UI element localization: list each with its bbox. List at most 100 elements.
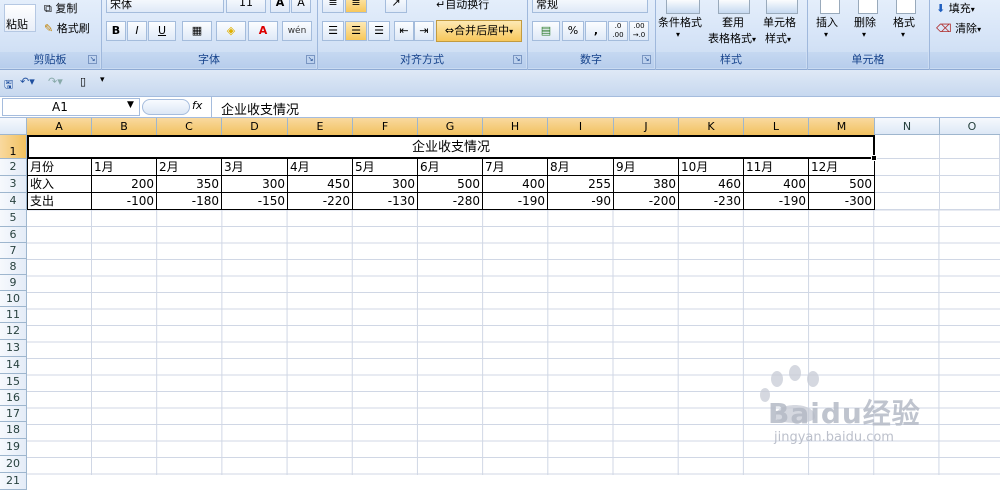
italic-button[interactable]: I [127,21,147,41]
phonetic-button[interactable]: wén [282,21,312,41]
number-launcher-icon[interactable]: ↘ [642,55,651,64]
font-name-select[interactable]: 宋体 [106,0,224,13]
row-header-16[interactable]: 16 [0,390,27,406]
font-size-select[interactable]: 11 [226,0,266,13]
expense-cell[interactable]: -100 [92,193,157,210]
table-format-top-label[interactable]: 套用 [722,14,744,30]
conditional-format-button[interactable]: 条件格式 [658,14,702,30]
column-header-m[interactable]: M [809,118,875,135]
align-top-icon[interactable]: ≡ [322,0,344,13]
expense-cell[interactable]: -90 [548,193,614,210]
row-header-6[interactable]: 6 [0,227,27,243]
font-launcher-icon[interactable]: ↘ [306,55,315,64]
row-header-8[interactable]: 8 [0,259,27,275]
fill-handle[interactable] [871,155,877,161]
shrink-font-icon[interactable]: A [291,0,311,13]
expense-label-cell[interactable]: 支出 [27,193,92,210]
expense-cell[interactable]: -300 [809,193,875,210]
cell[interactable] [940,193,1000,210]
column-header-g[interactable]: G [418,118,483,135]
cell[interactable] [875,193,940,210]
format-button[interactable]: 格式 [893,14,915,30]
alignment-launcher-icon[interactable]: ↘ [513,55,522,64]
income-cell[interactable]: 450 [288,176,353,193]
align-right-icon[interactable]: ☰ [368,21,390,41]
row-header-19[interactable]: 19 [0,439,27,456]
table-format-button[interactable]: 表格格式▾ [708,30,756,46]
income-cell[interactable]: 300 [353,176,418,193]
header-cell[interactable]: 10月 [679,159,744,176]
income-cell[interactable]: 500 [809,176,875,193]
undo-icon[interactable]: ↶▾ [20,75,35,88]
name-box[interactable]: A1 ▼ [2,98,140,116]
header-cell[interactable]: 11月 [744,159,809,176]
formula-splitter-handle[interactable] [142,99,190,115]
clipboard-launcher-icon[interactable]: ↘ [88,55,97,64]
column-header-f[interactable]: F [353,118,418,135]
currency-icon[interactable]: ▤ [532,21,560,41]
clear-button[interactable]: ⌫ 清除▾ [936,20,981,36]
income-cell[interactable]: 500 [418,176,483,193]
column-header-e[interactable]: E [288,118,353,135]
formula-input[interactable]: 企业收支情况 [211,97,1000,118]
column-header-b[interactable]: B [92,118,157,135]
row-header-11[interactable]: 11 [0,307,27,323]
row-header-1[interactable]: 1 [0,135,27,159]
income-cell[interactable]: 200 [92,176,157,193]
customize-toolbar-icon[interactable]: ▾ [100,75,105,85]
column-header-j[interactable]: J [614,118,679,135]
expense-cell[interactable]: -150 [222,193,288,210]
title-cell[interactable]: 企业收支情况 [27,135,875,159]
decrease-indent-icon[interactable]: ⇤ [394,21,414,41]
cell[interactable] [940,159,1000,176]
income-cell[interactable]: 400 [744,176,809,193]
column-header-k[interactable]: K [679,118,744,135]
header-cell[interactable]: 5月 [353,159,418,176]
save-icon[interactable]: 🖫 [4,76,13,95]
format-painter-button[interactable]: ✎ 格式刷 [44,20,90,36]
expense-cell[interactable]: -190 [483,193,548,210]
cell-styles-button[interactable]: 样式▾ [765,30,791,46]
expense-cell[interactable]: -220 [288,193,353,210]
expense-cell[interactable]: -280 [418,193,483,210]
header-cell[interactable]: 1月 [92,159,157,176]
row-header-7[interactable]: 7 [0,243,27,259]
row-header-2[interactable]: 2 [0,159,27,176]
font-color-button[interactable]: A [248,21,278,41]
column-header-o[interactable]: O [940,118,1000,135]
insert-button[interactable]: 插入 [816,14,838,30]
income-cell[interactable]: 300 [222,176,288,193]
decrease-decimal-button[interactable]: .00 →.0 [629,21,649,41]
comma-button[interactable]: , [585,21,607,41]
income-label-cell[interactable]: 收入 [27,176,92,193]
header-cell[interactable]: 月份 [27,159,92,176]
cell[interactable] [940,135,1000,159]
expense-cell[interactable]: -130 [353,193,418,210]
income-cell[interactable]: 460 [679,176,744,193]
align-center-icon[interactable]: ☰ [345,21,367,41]
column-header-l[interactable]: L [744,118,809,135]
row-header-12[interactable]: 12 [0,323,27,340]
expense-cell[interactable]: -190 [744,193,809,210]
row-header-15[interactable]: 15 [0,374,27,390]
column-header-h[interactable]: H [483,118,548,135]
paste-button[interactable]: 粘贴 [6,16,28,32]
cell[interactable] [875,159,940,176]
underline-button[interactable]: U [148,21,176,41]
header-cell[interactable]: 9月 [614,159,679,176]
fill-button[interactable]: ⬇ 填充▾ [936,0,975,16]
header-cell[interactable]: 4月 [288,159,353,176]
bold-button[interactable]: B [106,21,126,41]
number-format-select[interactable]: 常规 [532,0,648,13]
delete-button[interactable]: 删除 [854,14,876,30]
expense-cell[interactable]: -230 [679,193,744,210]
chevron-down-icon[interactable]: ▼ [127,100,134,110]
income-cell[interactable]: 350 [157,176,222,193]
align-left-icon[interactable]: ☰ [322,21,344,41]
row-header-5[interactable]: 5 [0,210,27,227]
row-header-13[interactable]: 13 [0,340,27,357]
wrap-text-button[interactable]: ↵自动换行 [436,0,489,12]
increase-decimal-button[interactable]: .0 .00 [608,21,628,41]
new-document-icon[interactable]: ▯ [80,75,86,88]
header-cell[interactable]: 6月 [418,159,483,176]
